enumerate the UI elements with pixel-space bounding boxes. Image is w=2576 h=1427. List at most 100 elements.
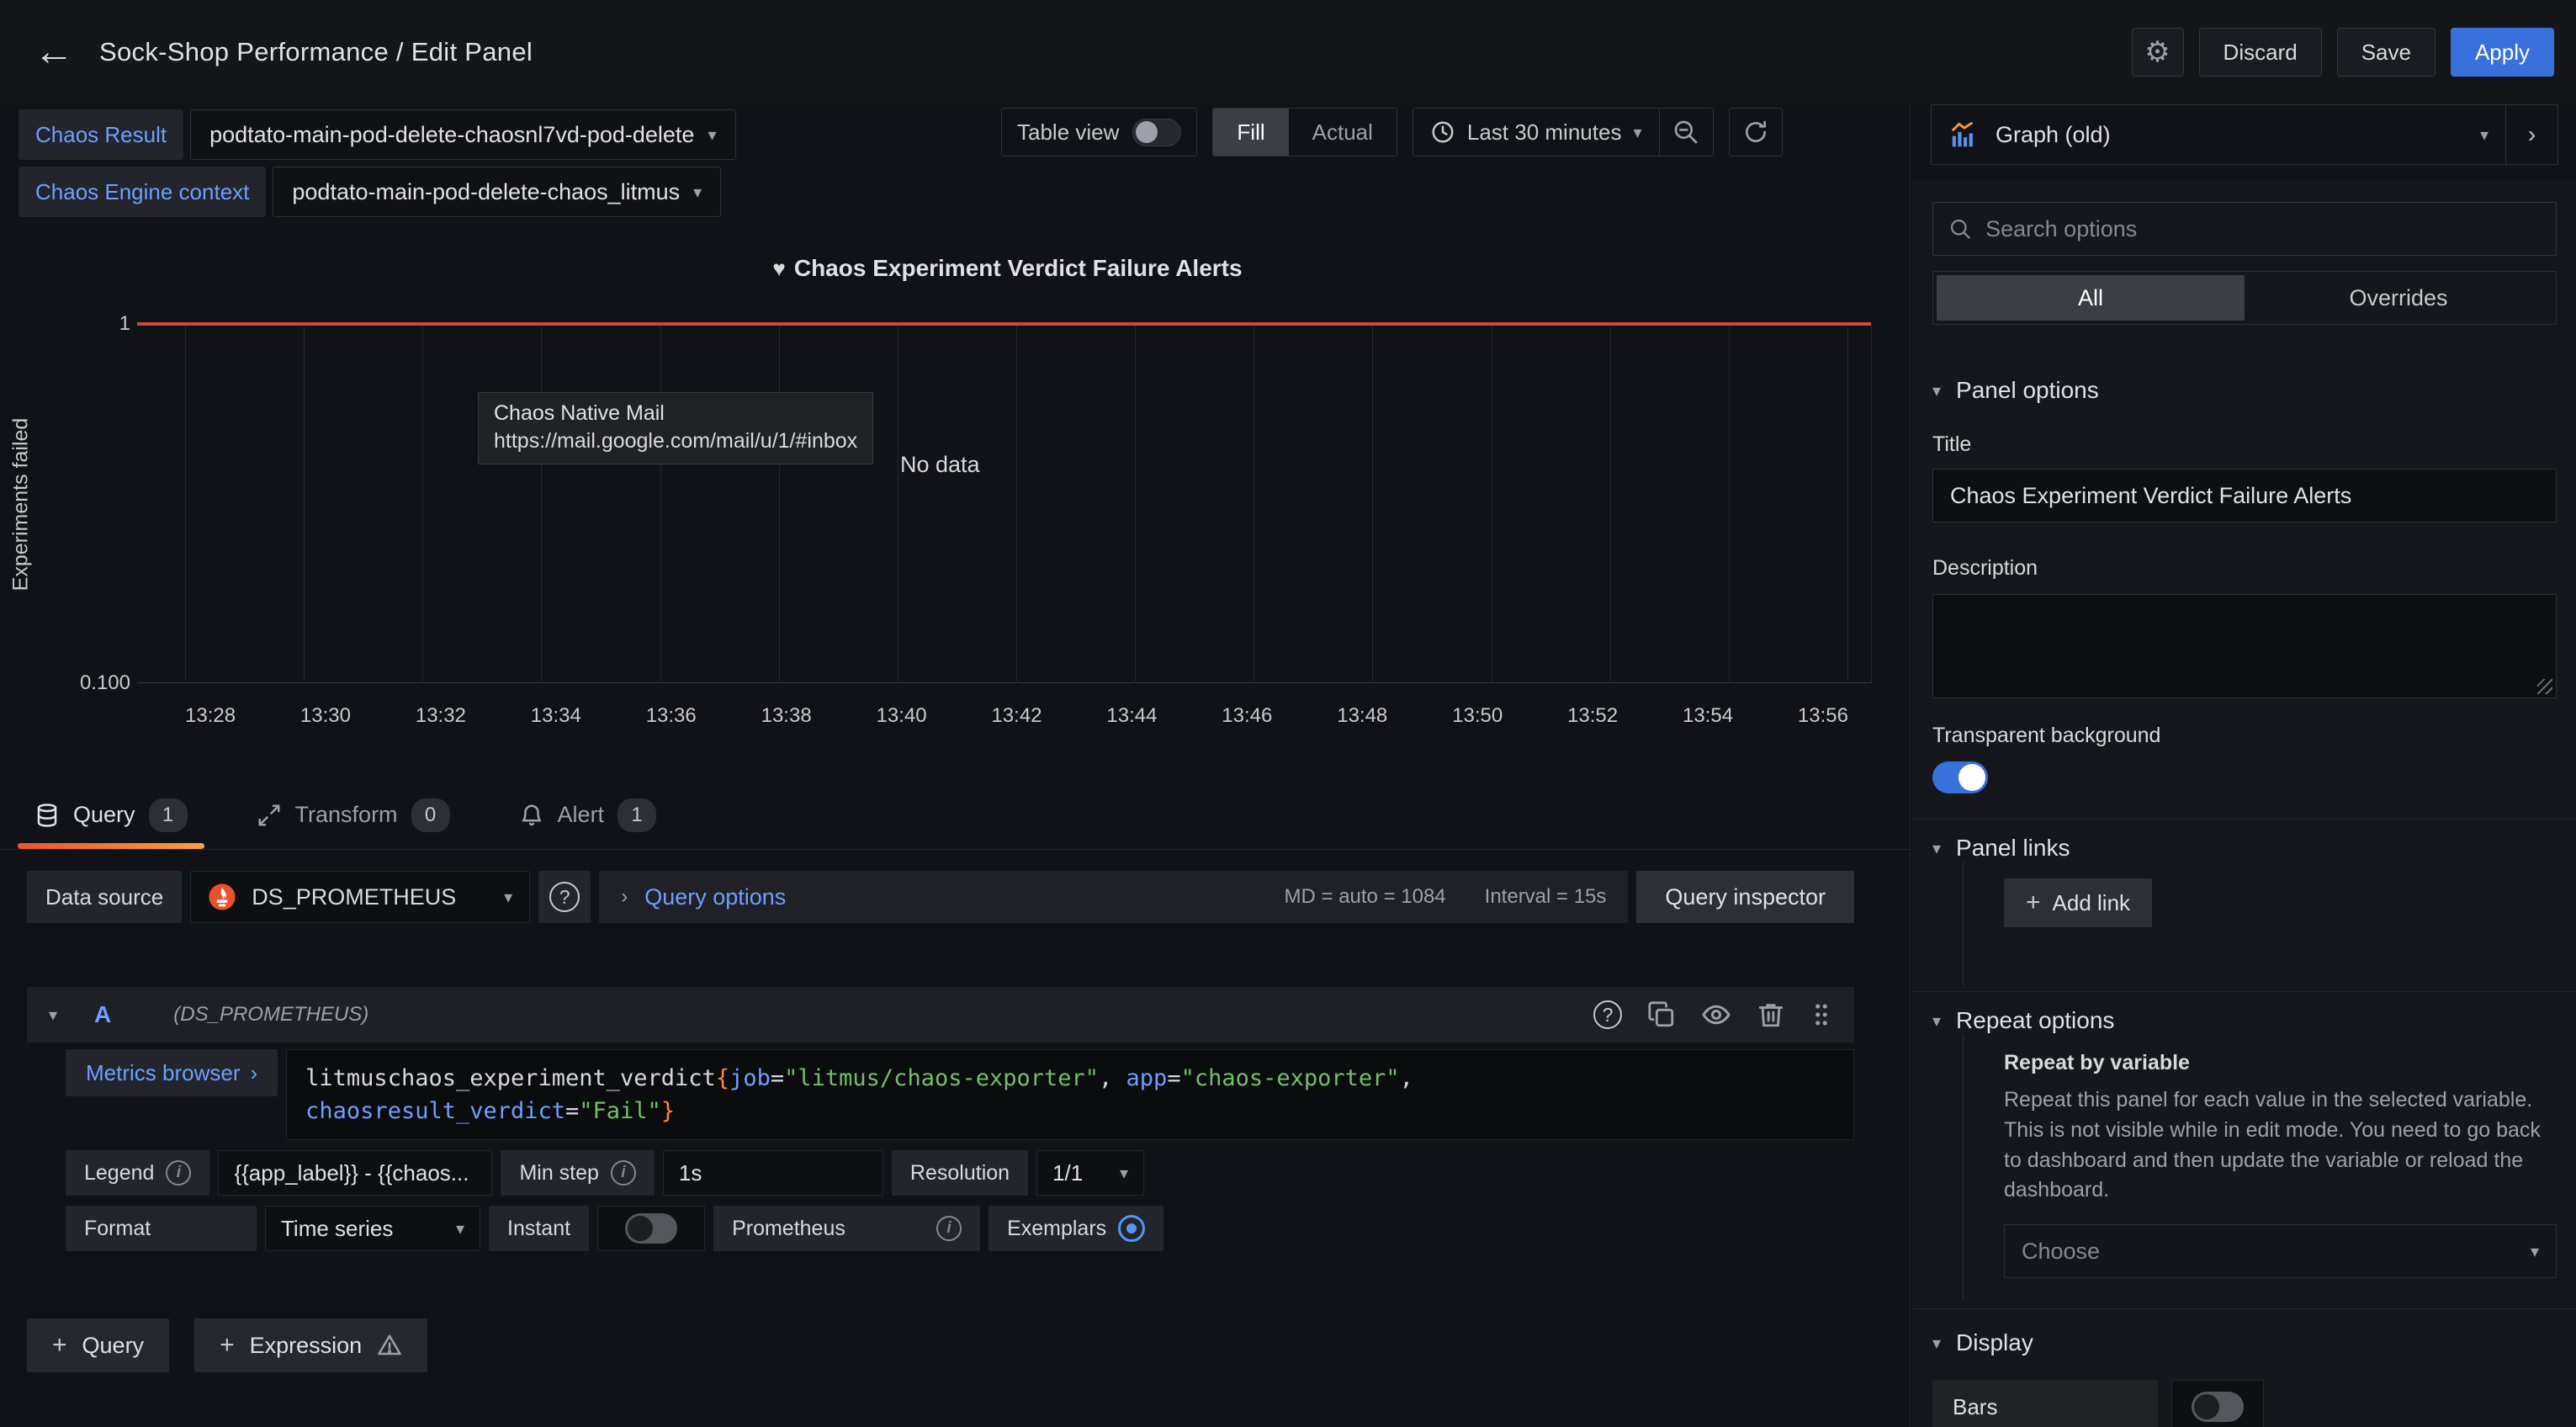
- chevron-down-icon: ▾: [1932, 380, 1941, 401]
- remove-query-button[interactable]: [1757, 1000, 1785, 1029]
- resolution-label-chip: Resolution: [892, 1150, 1028, 1196]
- eye-icon: [1701, 1000, 1731, 1030]
- apply-button[interactable]: Apply: [2451, 28, 2554, 77]
- metrics-browser-button[interactable]: Metrics browser ›: [66, 1049, 278, 1096]
- top-bar: ← Sock-Shop Performance / Edit Panel ⚙ D…: [0, 0, 2576, 104]
- save-button[interactable]: Save: [2337, 28, 2436, 77]
- promql-token: ,: [1099, 1065, 1126, 1091]
- transparent-bg-toggle[interactable]: [1932, 761, 1988, 793]
- tab-query[interactable]: Query 1: [29, 781, 193, 849]
- repeat-options-heading[interactable]: ▾ Repeat options: [1932, 1007, 2557, 1034]
- grid-line: [541, 324, 542, 683]
- drag-handle[interactable]: [1810, 1000, 1832, 1029]
- duplicate-query-button[interactable]: [1647, 1000, 1676, 1029]
- panel-title-input[interactable]: [1932, 469, 2557, 523]
- collapse-chevron-icon[interactable]: ▾: [49, 1005, 57, 1026]
- fill-option[interactable]: Fill: [1213, 109, 1288, 156]
- repeat-by-variable-label: Repeat by variable: [2004, 1051, 2557, 1075]
- chevron-down-icon: ▾: [2531, 1241, 2539, 1262]
- instant-toggle[interactable]: [597, 1206, 705, 1251]
- refresh-icon: [1742, 119, 1769, 146]
- x-axis-tick: 13:56: [1798, 704, 1848, 728]
- disable-query-button[interactable]: [1701, 1000, 1731, 1030]
- time-range-button[interactable]: Last 30 minutes ▾: [1413, 109, 1659, 156]
- panel-options-heading[interactable]: ▾ Panel options: [1932, 377, 2557, 404]
- help-button[interactable]: ?: [1593, 1000, 1622, 1029]
- panel-links-spacer: [2004, 927, 2557, 964]
- collapse-options-button[interactable]: ›: [2505, 105, 2557, 164]
- tab-count-badge: 1: [149, 798, 188, 832]
- resolution-select[interactable]: 1/1 ▾: [1036, 1150, 1144, 1196]
- metrics-browser-label: Metrics browser: [86, 1060, 240, 1086]
- grid-line: [304, 324, 305, 683]
- x-axis-tick: 13:38: [761, 704, 812, 728]
- filter-tab-overrides[interactable]: Overrides: [2245, 275, 2552, 321]
- legend-format-input[interactable]: [218, 1150, 492, 1196]
- options-search-input[interactable]: [1985, 216, 2541, 242]
- min-step-input[interactable]: [663, 1150, 883, 1196]
- visualization-select[interactable]: Graph (old) ▾: [1932, 105, 2505, 164]
- back-arrow-icon[interactable]: ←: [34, 32, 74, 72]
- drag-handle-icon: [1810, 1000, 1832, 1029]
- grid-line: [422, 324, 423, 683]
- chevron-down-icon: ▾: [1932, 1011, 1941, 1032]
- panel-header[interactable]: ♥Chaos Experiment Verdict Failure Alerts: [143, 255, 1872, 282]
- promql-token: litmuschaos_experiment_verdict: [305, 1065, 716, 1091]
- tab-transform[interactable]: Transform 0: [252, 781, 455, 849]
- tab-label: Transform: [295, 802, 398, 828]
- chevron-down-icon: ▾: [1932, 1333, 1941, 1354]
- discard-button[interactable]: Discard: [2199, 28, 2322, 77]
- toggle-knob: [2194, 1394, 2219, 1419]
- options-search: [1932, 202, 2557, 256]
- query-row-datasource: (DS_PROMETHEUS): [173, 1003, 368, 1026]
- add-expression-button[interactable]: + Expression: [194, 1318, 427, 1372]
- info-icon: i: [166, 1160, 191, 1186]
- display-heading[interactable]: ▾ Display: [1932, 1329, 2557, 1356]
- panel-links-heading[interactable]: ▾ Panel links: [1932, 835, 2557, 862]
- legend-label-chip: Legend i: [66, 1150, 209, 1196]
- format-select[interactable]: Time series ▾: [265, 1206, 480, 1251]
- heart-alert-icon: ♥: [772, 256, 785, 281]
- actual-option[interactable]: Actual: [1289, 109, 1397, 156]
- resize-handle[interactable]: [2537, 679, 2552, 694]
- promql-token: ,: [1400, 1065, 1413, 1091]
- exemplars-chip[interactable]: Exemplars: [989, 1206, 1163, 1251]
- interval-value: Interval = 15s: [1485, 885, 1607, 909]
- query-row-header[interactable]: ▾ A (DS_PROMETHEUS) ?: [27, 987, 1854, 1042]
- refresh-button[interactable]: [1729, 108, 1783, 156]
- promql-editor-row: Metrics browser › litmuschaos_experiment…: [66, 1049, 1854, 1140]
- repeat-variable-select[interactable]: Choose ▾: [2004, 1224, 2557, 1278]
- x-axis-tick: 13:48: [1337, 704, 1387, 728]
- format-label-chip: Format: [66, 1206, 257, 1251]
- tooltip-url[interactable]: https://mail.google.com/mail/u/1/#inbox: [494, 429, 857, 454]
- graph-plot-area[interactable]: [137, 324, 1872, 683]
- format-options-row: Format Time series ▾ Instant Prometheus …: [66, 1206, 1854, 1251]
- annotation-tooltip: Chaos Native Mail https://mail.google.co…: [478, 392, 873, 464]
- promql-expression-input[interactable]: litmuschaos_experiment_verdict{job="litm…: [286, 1049, 1854, 1140]
- panel-settings-button[interactable]: ⚙: [2132, 28, 2184, 77]
- panel-description-textarea[interactable]: [1932, 594, 2557, 698]
- promql-token: job: [729, 1065, 771, 1091]
- filter-tab-all[interactable]: All: [1937, 275, 2245, 321]
- zoom-out-button[interactable]: [1659, 109, 1713, 156]
- variable-value-dropdown[interactable]: podtato-main-pod-delete-chaosnl7vd-pod-d…: [190, 109, 735, 160]
- chevron-down-icon: ▾: [1932, 838, 1941, 859]
- plus-icon: +: [52, 1331, 67, 1360]
- x-axis-tick: 13:46: [1222, 704, 1272, 728]
- add-query-button[interactable]: + Query: [27, 1318, 169, 1372]
- prometheus-icon: [208, 883, 236, 911]
- table-view-toggle[interactable]: [1132, 119, 1181, 146]
- data-source-help-button[interactable]: ?: [538, 871, 591, 923]
- section-title: Display: [1956, 1329, 2033, 1356]
- section-title: Repeat options: [1956, 1007, 2114, 1034]
- query-options-toggle[interactable]: Query options: [644, 884, 786, 910]
- query-inspector-button[interactable]: Query inspector: [1636, 871, 1854, 923]
- x-axis-tick: 13:32: [416, 704, 466, 728]
- transform-icon: [257, 803, 282, 828]
- data-source-picker[interactable]: DS_PROMETHEUS ▾: [190, 871, 530, 923]
- bars-toggle[interactable]: [2171, 1380, 2264, 1427]
- variable-value-dropdown[interactable]: podtato-main-pod-delete-chaos_litmus ▾: [273, 167, 721, 217]
- toggle-knob: [1959, 764, 1985, 791]
- add-link-button[interactable]: + Add link: [2004, 878, 2152, 927]
- tab-alert[interactable]: Alert 1: [514, 781, 662, 849]
